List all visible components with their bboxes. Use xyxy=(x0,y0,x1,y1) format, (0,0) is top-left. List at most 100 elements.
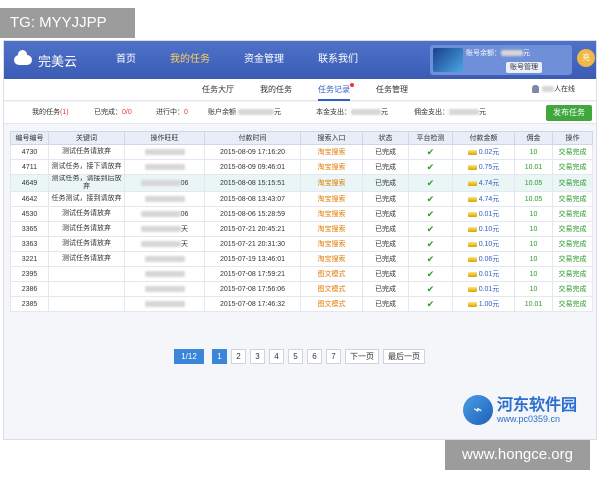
checkmark-icon: ✔ xyxy=(426,193,435,204)
cell-commission: 10.05 xyxy=(514,191,553,207)
tab-task-hall[interactable]: 任务大厅 xyxy=(202,79,234,101)
last-page-button[interactable]: 最后一页 xyxy=(383,348,425,364)
cell-amount: 0.10元 xyxy=(452,236,515,252)
cell-platform-check: ✔ xyxy=(408,221,453,237)
cell-id: 4530 xyxy=(10,206,49,222)
sub-navbar: 任务大厅 我的任务 任务记录 任务管理 人在线 xyxy=(4,79,596,101)
cell-platform-check: ✔ xyxy=(408,266,453,282)
page-4-button[interactable]: 4 xyxy=(269,348,284,364)
cell-action-link[interactable]: 交易完成 xyxy=(552,191,593,207)
cell-keyword: 测试任务，请接到后放弃 xyxy=(48,174,125,192)
cell-amount: 0.01元 xyxy=(452,281,515,297)
tab-task-records[interactable]: 任务记录 xyxy=(318,79,354,101)
cell-amount: 0.02元 xyxy=(452,144,515,160)
cell-search-entry: 淘宝搜索 xyxy=(300,251,363,267)
cell-pay-time: 2015-08-08 13:43:07 xyxy=(204,191,301,207)
cell-status: 已完成 xyxy=(362,221,409,237)
cell-keyword: 测试任务请放弃 xyxy=(48,236,125,252)
nav-item-my-tasks[interactable]: 我的任务 xyxy=(170,41,210,79)
logo-text: 完美云 xyxy=(38,53,78,69)
page-info: 1/12 xyxy=(174,348,204,364)
task-records-table: 编号编号 关键词 操作旺旺 付款时间 搜索入口 状态 平台检测 付款金额 佣金 … xyxy=(10,131,593,312)
cell-pay-time: 2015-07-19 13:46:01 xyxy=(204,251,301,267)
col-header-commission[interactable]: 佣金 xyxy=(514,131,553,145)
col-header-status[interactable]: 状态 xyxy=(362,131,409,145)
table-row: 2386 2015-07-08 17:56:06 图文模式 已完成 ✔ 0.01元 10 交易… xyxy=(10,281,593,297)
cell-keyword xyxy=(48,266,125,282)
publish-task-button[interactable]: 发布任务 xyxy=(546,105,592,121)
cell-keyword xyxy=(48,281,125,297)
nav-item-home[interactable]: 首页 xyxy=(116,41,136,79)
page-5-button[interactable]: 5 xyxy=(288,348,303,364)
cell-action-link[interactable]: 交易完成 xyxy=(552,206,593,222)
account-manage-button[interactable]: 账号管理 xyxy=(506,62,542,73)
cell-pay-time: 2015-07-21 20:45:21 xyxy=(204,221,301,237)
page-3-button[interactable]: 3 xyxy=(250,348,265,364)
table-row: 4711 测试任务，接下请放弃 2015-08-09 09:46:01 淘宝搜索 已完成… xyxy=(10,159,593,175)
account-panel: 账号余额：元 账号管理 xyxy=(430,45,572,75)
logo[interactable]: 完美云 xyxy=(14,50,77,70)
col-header-platform-check[interactable]: 平台检测 xyxy=(408,131,453,145)
recharge-avatar-icon[interactable]: 充 xyxy=(577,49,595,67)
main-nav: 首页 我的任务 资金管理 联系我们 xyxy=(116,41,392,79)
col-header-pay-time[interactable]: 付款时间 xyxy=(204,131,301,145)
online-indicator: 人在线 xyxy=(532,84,575,94)
gold-bar-icon xyxy=(467,180,477,186)
cell-keyword: 测试任务请放弃 xyxy=(48,144,125,160)
gold-bar-icon xyxy=(467,211,477,217)
col-header-wangwang[interactable]: 操作旺旺 xyxy=(124,131,205,145)
col-header-search-entry[interactable]: 搜索入口 xyxy=(300,131,363,145)
cell-action-link[interactable]: 交易完成 xyxy=(552,221,593,237)
stat-my-tasks: 我的任务(1) xyxy=(32,109,69,116)
nav-item-funds[interactable]: 资金管理 xyxy=(244,41,284,79)
checkmark-icon: ✔ xyxy=(426,223,435,234)
page-7-button[interactable]: 7 xyxy=(326,348,341,364)
cell-keyword: 任务测试，接到请放弃 xyxy=(48,191,125,207)
cell-keyword: 测试任务请放弃 xyxy=(48,221,125,237)
cell-commission: 10 xyxy=(514,144,553,160)
cell-action-link[interactable]: 交易完成 xyxy=(552,281,593,297)
cell-action-link[interactable]: 交易完成 xyxy=(552,144,593,160)
nav-item-contact[interactable]: 联系我们 xyxy=(318,41,358,79)
cell-id: 4711 xyxy=(10,159,49,175)
table-header-row: 编号编号 关键词 操作旺旺 付款时间 搜索入口 状态 平台检测 付款金额 佣金 … xyxy=(10,131,593,145)
cell-amount: 4.74元 xyxy=(452,191,515,207)
checkmark-icon: ✔ xyxy=(426,283,435,294)
cell-keyword: 测试任务，接下请放弃 xyxy=(48,159,125,175)
cell-action-link[interactable]: 交易完成 xyxy=(552,159,593,175)
cell-wangwang xyxy=(124,144,205,160)
tab-my-tasks[interactable]: 我的任务 xyxy=(260,79,292,101)
cell-wangwang xyxy=(124,159,205,175)
col-header-id[interactable]: 编号编号 xyxy=(10,131,49,145)
tab-task-manage[interactable]: 任务管理 xyxy=(376,79,408,101)
page-6-button[interactable]: 6 xyxy=(307,348,322,364)
cell-amount: 0.06元 xyxy=(452,251,515,267)
cell-action-link[interactable]: 交易完成 xyxy=(552,266,593,282)
cell-action-link[interactable]: 交易完成 xyxy=(552,296,593,312)
cell-platform-check: ✔ xyxy=(408,251,453,267)
cell-platform-check: ✔ xyxy=(408,206,453,222)
col-header-action[interactable]: 操作 xyxy=(552,131,593,145)
site-watermark: ⌁ 河东软件园 www.pc0359.cn xyxy=(463,395,577,425)
gold-bar-icon xyxy=(467,196,477,202)
cell-wangwang xyxy=(124,251,205,267)
cell-amount: 0.01元 xyxy=(452,206,515,222)
page-1-button[interactable]: 1 xyxy=(212,348,227,364)
cell-id: 4649 xyxy=(10,174,49,192)
cell-commission: 10 xyxy=(514,206,553,222)
col-header-keyword[interactable]: 关键词 xyxy=(48,131,125,145)
cell-search-entry: 图文模式 xyxy=(300,296,363,312)
col-header-amount[interactable]: 付款金额 xyxy=(452,131,515,145)
cell-action-link[interactable]: 交易完成 xyxy=(552,236,593,252)
table-row: 3221 测试任务请放弃 2015-07-19 13:46:01 淘宝搜索 已完成 ✔ 0.… xyxy=(10,251,593,267)
next-page-button[interactable]: 下一页 xyxy=(345,348,379,364)
cell-search-entry: 图文模式 xyxy=(300,281,363,297)
cell-id: 2395 xyxy=(10,266,49,282)
cell-platform-check: ✔ xyxy=(408,174,453,192)
cloud-icon xyxy=(14,50,32,65)
page-2-button[interactable]: 2 xyxy=(231,348,246,364)
cell-action-link[interactable]: 交易完成 xyxy=(552,174,593,192)
cell-pay-time: 2015-07-08 17:56:06 xyxy=(204,281,301,297)
cell-action-link[interactable]: 交易完成 xyxy=(552,251,593,267)
cell-search-entry: 淘宝搜索 xyxy=(300,236,363,252)
